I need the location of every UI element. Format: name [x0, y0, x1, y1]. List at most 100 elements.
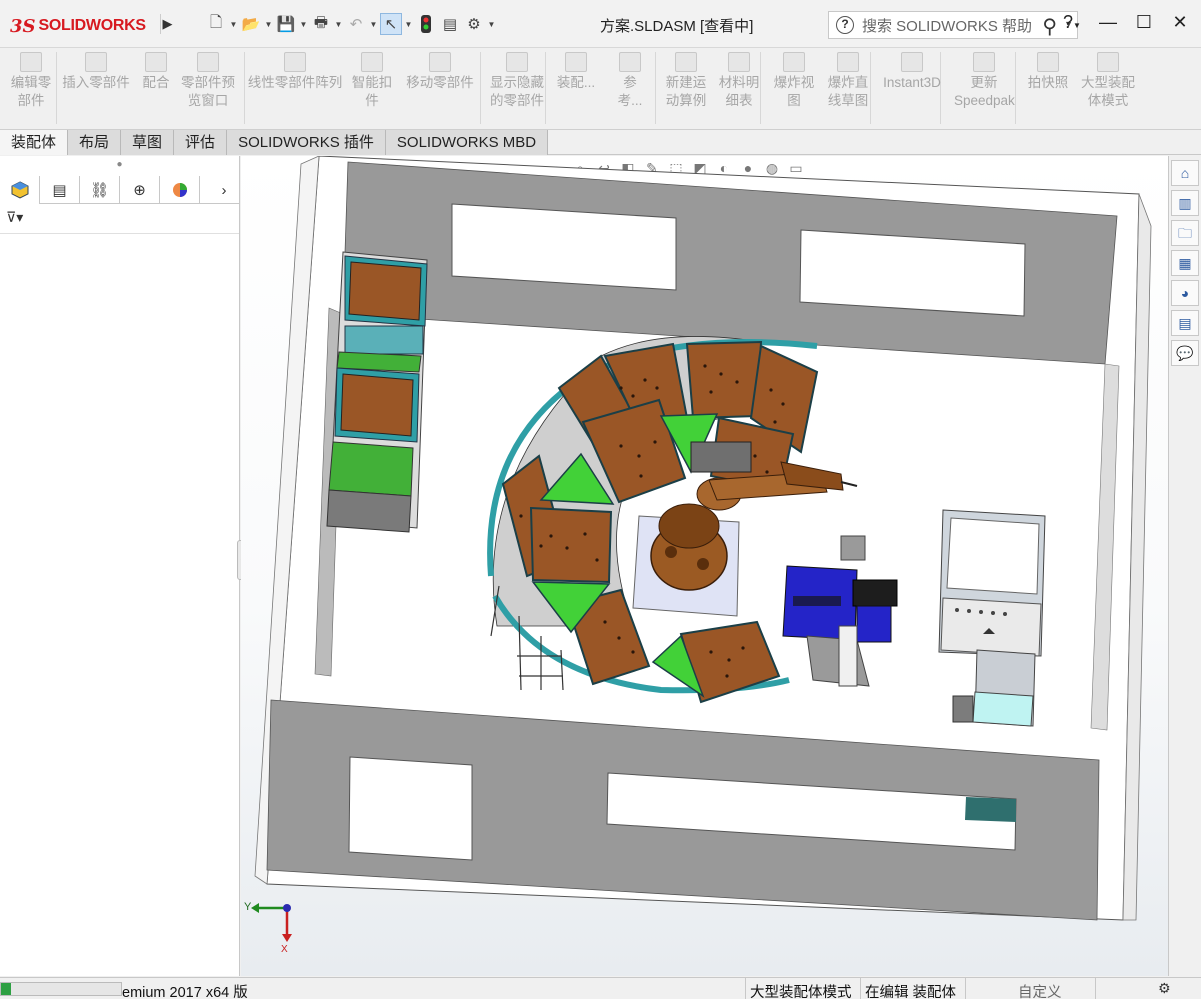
assembly-scene[interactable]: Y X — [241, 156, 1168, 976]
ribbon-button-3[interactable]: 零部件预 览窗口 — [178, 52, 238, 110]
configuration-manager-tab-icon[interactable]: ⛓ — [80, 176, 120, 204]
ribbon-button-label: 移动零部件 — [406, 75, 474, 90]
tab-2[interactable]: 草图 — [121, 130, 175, 155]
ribbon-button-14[interactable]: Instant3D — [880, 52, 944, 92]
ribbon-button-10[interactable]: 新建运 动算例 — [662, 52, 710, 110]
axis-y-label: Y — [244, 901, 252, 913]
status-tools-icon[interactable]: ⚙ — [1158, 980, 1171, 997]
solidworks-resources-icon[interactable]: ⌂ — [1171, 160, 1199, 186]
left-storage-rack[interactable] — [326, 251, 428, 533]
tab-4[interactable]: SOLIDWORKS 插件 — [227, 130, 386, 155]
minimize-icon[interactable]: — — [1097, 12, 1119, 33]
file-explorer-icon[interactable]: 🗀 — [1171, 220, 1199, 246]
ribbon-button-1[interactable]: 插入零部件 — [60, 52, 132, 92]
ribbon-command-icon — [85, 52, 107, 72]
open-dropdown-icon[interactable]: ▼ — [264, 20, 273, 29]
maximize-icon[interactable]: ☐ — [1133, 12, 1155, 33]
ribbon-command-icon — [361, 52, 383, 72]
rebuild-traffic-light-icon[interactable] — [415, 13, 437, 35]
save-dropdown-icon[interactable]: ▼ — [299, 20, 308, 29]
ribbon-button-17[interactable]: 大型装配 体模式 — [1076, 52, 1140, 110]
print-icon[interactable]: 🖶 — [310, 13, 332, 35]
options-dropdown-icon[interactable]: ▼ — [487, 20, 496, 29]
ribbon-button-label-line2: 的零部件 — [490, 93, 544, 108]
ribbon-command-icon — [973, 52, 995, 72]
panel-more-icon[interactable]: › — [209, 176, 239, 204]
help-search-box[interactable]: ? 搜索 SOLIDWORKS 帮助 ⚲ ▼ — [828, 11, 1078, 39]
ribbon-button-label-line2: 件 — [365, 93, 379, 108]
tab-3[interactable]: 评估 — [174, 130, 228, 155]
solidworks-logo[interactable]: 3S SOLIDWORKS — [10, 11, 155, 41]
ribbon-button-15[interactable]: 更新 Speedpak — [954, 52, 1015, 110]
ribbon-button-label: 零部件预 — [181, 75, 235, 90]
new-dropdown-icon[interactable]: ▼ — [229, 20, 238, 29]
ribbon-button-label-line2: Speedpak — [954, 93, 1015, 108]
custom-properties-icon[interactable]: ▤ — [1171, 310, 1199, 336]
panel-grip-icon[interactable]: ● — [0, 156, 239, 176]
select-arrow-icon[interactable]: ↖ — [380, 13, 402, 35]
file-properties-icon[interactable]: ▤ — [439, 13, 461, 35]
task-pane: ⌂ ▥ 🗀 ▦ ◕ ▤ 💬 — [1168, 156, 1201, 976]
ribbon-command-icon — [429, 52, 451, 72]
graphics-viewport[interactable]: ⌕ ⌕ ↩ ◧ ✎ ⬚ ◩ ◐ ● ◍ ▭ — [241, 156, 1168, 976]
close-icon[interactable]: ✕ — [1169, 12, 1191, 33]
ribbon-command-icon — [145, 52, 167, 72]
new-document-icon[interactable]: 🗋 — [205, 13, 227, 35]
filter-icon[interactable]: ⊽▾ — [6, 209, 23, 225]
appearances-icon[interactable]: ◕ — [1171, 280, 1199, 306]
search-icon[interactable]: ⚲ — [1042, 14, 1057, 39]
ribbon-button-2[interactable]: 配合 — [138, 52, 174, 92]
forum-icon[interactable]: 💬 — [1171, 340, 1199, 366]
ribbon-command-icon — [837, 52, 859, 72]
options-gear-icon[interactable]: ⚙ — [463, 13, 485, 35]
document-title: 方案.SLDASM [查看中] — [600, 18, 754, 35]
ribbon-button-7[interactable]: 显示隐藏 的零部件 — [486, 52, 548, 110]
open-document-icon[interactable]: 📂 — [240, 13, 262, 35]
ribbon-button-9[interactable]: 参考... — [612, 52, 648, 110]
display-manager-tab-icon[interactable] — [160, 176, 200, 204]
ribbon-button-11[interactable]: 材料明 细表 — [716, 52, 762, 110]
ribbon-command-icon — [675, 52, 697, 72]
axis-x-label: X — [281, 944, 288, 955]
menu-expand-icon[interactable]: ▶ — [160, 14, 174, 34]
tab-5[interactable]: SOLIDWORKS MBD — [385, 130, 549, 155]
undo-icon[interactable]: ↶ — [345, 13, 367, 35]
ribbon-button-13[interactable]: 爆炸直 线草图 — [824, 52, 872, 110]
feature-manager-tab-icon[interactable] — [0, 176, 40, 204]
tab-1[interactable]: 布局 — [68, 130, 122, 155]
editing-status: 在编辑 装配体 — [865, 985, 957, 999]
help-menu-icon[interactable]: ?▼ — [1061, 12, 1083, 33]
ribbon-button-label-line2: 图 — [787, 93, 801, 108]
ribbon-button-label-line2: 部件 — [17, 93, 45, 108]
save-icon[interactable]: 💾 — [275, 13, 297, 35]
ribbon-button-5[interactable]: 智能扣件 — [350, 52, 394, 110]
tab-0[interactable]: 装配体 — [0, 130, 69, 155]
ribbon-button-4[interactable]: 线性零部件阵列 — [245, 52, 345, 92]
unit-system-selector[interactable]: 自定义 — [1018, 981, 1062, 999]
ribbon-button-8[interactable]: 装配... — [556, 52, 596, 92]
print-dropdown-icon[interactable]: ▼ — [334, 20, 343, 29]
help-menu-label: ? — [1063, 12, 1074, 32]
command-tabs: 装配体 布局 草图 评估 SOLIDWORKS 插件 SOLIDWORKS MBD — [0, 130, 1201, 155]
ribbon-button-6[interactable]: 移动零部件 — [404, 52, 476, 92]
window-top-left — [451, 203, 677, 291]
tree-filter[interactable]: ⊽▾ — [0, 204, 239, 234]
progress-bar — [0, 982, 122, 996]
ribbon-button-12[interactable]: 爆炸视图 — [772, 52, 816, 110]
window-controls: ?▼ — ☐ ✕ — [1061, 12, 1191, 33]
ribbon-command-icon — [1037, 52, 1059, 72]
ribbon-button-0[interactable]: 编辑零 部件 — [8, 52, 54, 110]
ribbon-separator — [56, 52, 57, 124]
ribbon-button-16[interactable]: 拍快照 — [1026, 52, 1070, 92]
select-dropdown-icon[interactable]: ▼ — [404, 20, 413, 29]
undo-dropdown-icon[interactable]: ▼ — [369, 20, 378, 29]
large-assembly-mode-status: 大型装配体模式 — [750, 985, 852, 999]
property-manager-tab-icon[interactable]: ▤ — [40, 176, 80, 204]
ribbon-button-label: 装配... — [556, 75, 596, 90]
dimxpert-tab-icon[interactable]: ⊕ — [120, 176, 160, 204]
view-palette-icon[interactable]: ▦ — [1171, 250, 1199, 276]
help-search-input[interactable]: 搜索 SOLIDWORKS 帮助 — [862, 15, 1032, 36]
ribbon-command-icon — [284, 52, 306, 72]
design-library-icon[interactable]: ▥ — [1171, 190, 1199, 216]
ribbon-button-label: 材料明 — [718, 75, 760, 90]
